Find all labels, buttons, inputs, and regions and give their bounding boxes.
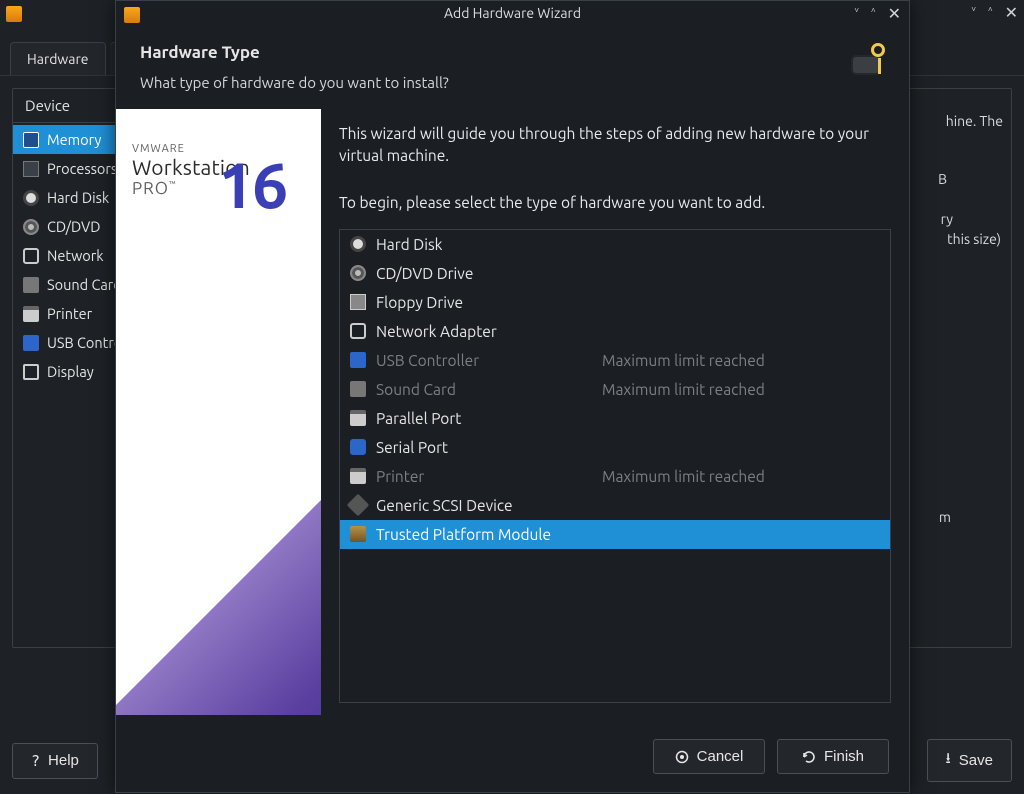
cancel-button[interactable]: Cancel — [653, 739, 765, 774]
hardware-type-cd-dvd-drive[interactable]: CD/DVD Drive — [340, 259, 890, 288]
wizard-window-controls: ˅ ˄ ✕ — [854, 4, 901, 26]
wizard-footer: Cancel Finish — [116, 715, 909, 792]
minimize-icon[interactable]: ˅ — [971, 3, 976, 25]
save-button[interactable]: ⭳ Save — [927, 739, 1012, 782]
close-icon[interactable]: ✕ — [1005, 3, 1018, 25]
hardware-type-printer: Printer Maximum limit reached — [340, 462, 890, 491]
wizard-header: Hardware Type What type of hardware do y… — [116, 29, 909, 109]
hardware-type-status: Maximum limit reached — [602, 381, 765, 398]
device-item-label: CD/DVD — [47, 218, 101, 235]
proc-icon — [23, 161, 39, 177]
wizard-begin-text: To begin, please select the type of hard… — [339, 194, 891, 211]
tab-hardware[interactable]: Hardware — [10, 42, 106, 75]
hardware-type-label: CD/DVD Drive — [376, 265, 556, 282]
hardware-type-list[interactable]: Hard Disk CD/DVD Drive Floppy Drive Network… — [339, 229, 891, 703]
download-icon: ⭳ — [946, 748, 951, 773]
brand-pro: PRO — [132, 179, 169, 198]
cancel-icon — [675, 750, 689, 764]
hardware-type-label: Sound Card — [376, 381, 556, 398]
finish-icon — [802, 750, 816, 764]
device-item-label: Hard Disk — [47, 189, 109, 206]
finish-button-label: Finish — [824, 748, 864, 765]
maximize-icon[interactable]: ˄ — [988, 3, 993, 25]
hardware-type-status: Maximum limit reached — [602, 352, 765, 369]
tpm-icon — [350, 526, 366, 542]
hardware-type-hard-disk[interactable]: Hard Disk — [340, 230, 890, 259]
hardware-type-generic-scsi-device[interactable]: Generic SCSI Device — [340, 491, 890, 520]
memory-icon — [23, 132, 39, 148]
device-item-label: Processors — [47, 160, 117, 177]
cancel-button-label: Cancel — [697, 748, 744, 765]
hardware-type-label: Network Adapter — [376, 323, 556, 340]
device-item-label: Display — [47, 363, 94, 380]
wizard-subheading: What type of hardware do you want to ins… — [140, 74, 449, 91]
printer-icon — [350, 410, 366, 426]
hardware-type-parallel-port[interactable]: Parallel Port — [340, 404, 890, 433]
app-icon — [124, 7, 140, 23]
wizard-intro-text: This wizard will guide you through the s… — [339, 123, 891, 168]
help-button[interactable]: ? Help — [12, 743, 98, 779]
detail-text-fragment: this size) — [947, 231, 1001, 247]
help-button-label: Help — [48, 752, 79, 769]
add-hardware-wizard: Add Hardware Wizard ˅ ˄ ✕ Hardware Type … — [115, 0, 910, 793]
hardware-type-label: Hard Disk — [376, 236, 556, 253]
save-button-label: Save — [959, 752, 993, 769]
finish-button[interactable]: Finish — [777, 739, 889, 774]
wizard-sidebar: VMWARE Workstation PRO™ 16 — [116, 109, 321, 715]
display-icon — [23, 364, 39, 380]
hardware-type-status: Maximum limit reached — [602, 468, 765, 485]
hdd-icon — [350, 236, 366, 252]
floppy-icon — [350, 294, 366, 310]
hardware-type-network-adapter[interactable]: Network Adapter — [340, 317, 890, 346]
hardware-type-sound-card: Sound Card Maximum limit reached — [340, 375, 890, 404]
wizard-titlebar: Add Hardware Wizard ˅ ˄ ✕ — [116, 1, 909, 29]
cd-icon — [23, 219, 39, 235]
serial-icon — [350, 439, 366, 455]
minimize-icon[interactable]: ˅ — [854, 4, 859, 26]
detail-text-fragment: hine. The — [946, 113, 1003, 129]
detail-text-fragment: m — [939, 509, 951, 525]
wizard-title: Add Hardware Wizard — [116, 5, 909, 21]
app-icon — [6, 6, 22, 22]
hardware-type-label: Parallel Port — [376, 410, 556, 427]
maximize-icon[interactable]: ˄ — [871, 4, 876, 26]
device-item-label: Memory — [47, 131, 101, 148]
wizard-main: This wizard will guide you through the s… — [321, 109, 909, 715]
hardware-type-floppy-drive[interactable]: Floppy Drive — [340, 288, 890, 317]
hardware-type-label: Generic SCSI Device — [376, 497, 556, 514]
net-icon — [23, 248, 39, 264]
parent-window-controls: ˅ ˄ ✕ — [971, 3, 1018, 25]
detail-text-fragment: B — [938, 171, 947, 187]
hardware-type-label: USB Controller — [376, 352, 556, 369]
hardware-type-serial-port[interactable]: Serial Port — [340, 433, 890, 462]
sound-icon — [350, 381, 366, 397]
net-icon — [350, 323, 366, 339]
device-item-label: Printer — [47, 305, 92, 322]
printer-icon — [23, 306, 39, 322]
device-item-label: Network — [47, 247, 104, 264]
close-icon[interactable]: ✕ — [888, 4, 901, 26]
wizard-body: VMWARE Workstation PRO™ 16 This wizard w… — [116, 109, 909, 715]
wizard-heading: Hardware Type — [140, 43, 449, 62]
hardware-type-label: Floppy Drive — [376, 294, 556, 311]
sound-icon — [23, 277, 39, 293]
hardware-type-usb-controller: USB Controller Maximum limit reached — [340, 346, 890, 375]
hdd-icon — [23, 190, 39, 206]
hardware-key-icon — [845, 43, 885, 77]
detail-text-fragment: ry — [941, 211, 953, 227]
help-icon: ? — [31, 752, 40, 770]
hardware-type-label: Trusted Platform Module — [376, 526, 556, 543]
hardware-type-label: Printer — [376, 468, 556, 485]
device-item-label: Sound Card — [47, 276, 122, 293]
scsi-icon — [347, 494, 370, 517]
vmware-brand: VMWARE Workstation PRO™ 16 — [132, 143, 250, 198]
usb-icon — [23, 335, 39, 351]
hardware-type-trusted-platform-module[interactable]: Trusted Platform Module — [340, 520, 890, 549]
brand-version: 16 — [218, 149, 286, 221]
cd-icon — [350, 265, 366, 281]
printer-icon — [350, 468, 366, 484]
hardware-type-label: Serial Port — [376, 439, 556, 456]
usb-icon — [350, 352, 366, 368]
